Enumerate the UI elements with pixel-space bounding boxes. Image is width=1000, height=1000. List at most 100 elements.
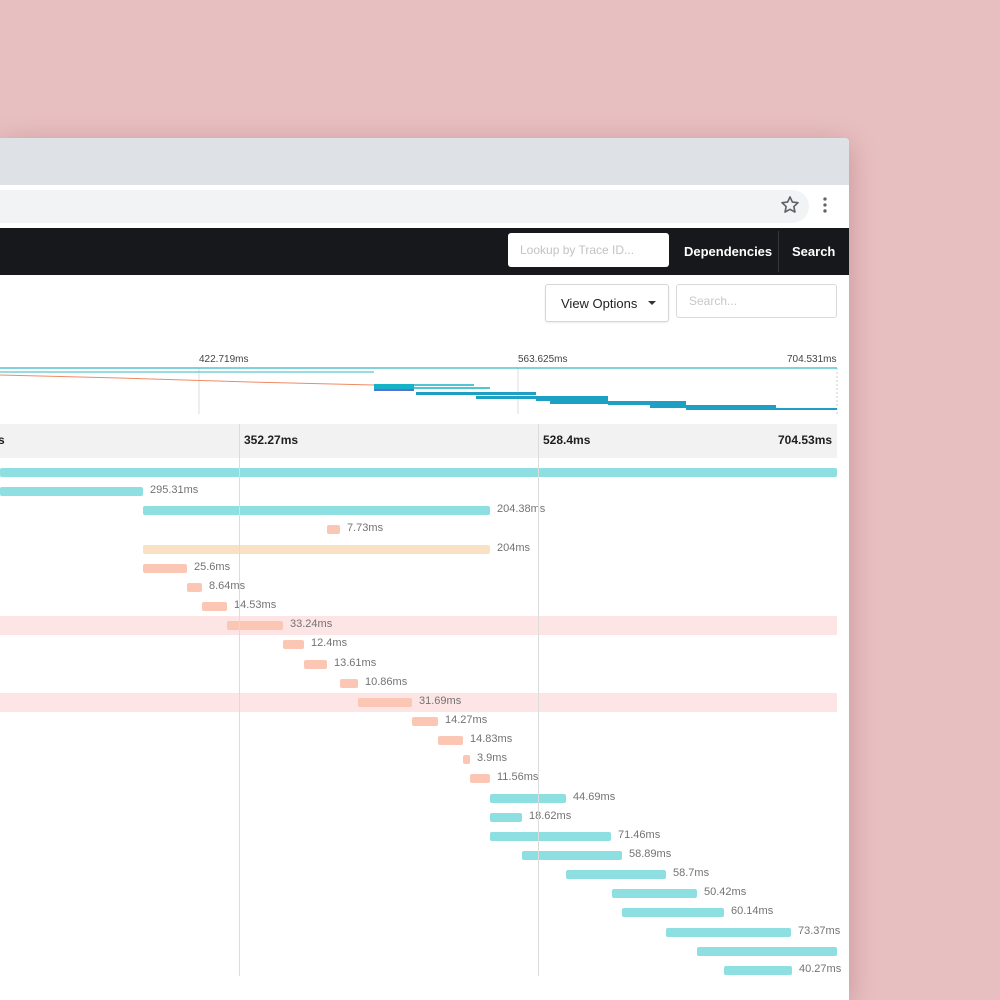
span-row[interactable]: 3.9ms	[0, 750, 849, 769]
span-row[interactable]: 33.24ms	[0, 616, 837, 636]
search-link[interactable]: Search	[792, 228, 835, 275]
span-duration-label: 25.6ms	[194, 560, 231, 573]
span-bar[interactable]	[566, 870, 666, 880]
minimap-span	[536, 396, 608, 401]
trace-id-lookup-input[interactable]	[508, 233, 669, 267]
span-row[interactable]: 204ms	[0, 540, 849, 559]
timeline-ruler: s 352.27ms 528.4ms 704.53ms	[0, 424, 837, 458]
span-row[interactable]: 58.89ms	[0, 846, 849, 865]
span-row[interactable]: 50.42ms	[0, 884, 849, 903]
span-duration-label: 73.37ms	[798, 924, 841, 937]
browser-window: Dependencies Search View Options 422.719…	[0, 138, 849, 1000]
span-bar[interactable]	[490, 831, 611, 841]
span-duration-label: 12.4ms	[311, 637, 348, 650]
span-bar[interactable]	[143, 563, 187, 573]
span-row[interactable]: 14.83ms	[0, 731, 849, 750]
nav-divider	[778, 231, 779, 272]
trace-minimap[interactable]	[0, 366, 849, 416]
span-bar[interactable]	[490, 812, 522, 822]
span-row[interactable]: 40.27ms	[0, 961, 849, 980]
span-row[interactable]: 14.27ms	[0, 712, 849, 731]
span-duration-label: 14.53ms	[234, 599, 277, 612]
minimap-span	[650, 405, 688, 408]
span-duration-label: 10.86ms	[365, 675, 408, 688]
span-bar[interactable]	[358, 697, 412, 707]
span-duration-label: 18.62ms	[529, 809, 572, 822]
span-bar[interactable]	[438, 736, 463, 746]
star-icon[interactable]	[779, 194, 801, 216]
span-row[interactable]: 73.37ms	[0, 923, 849, 942]
span-row[interactable]: 295.31ms	[0, 482, 849, 501]
span-bar[interactable]	[666, 927, 791, 937]
span-row[interactable]: 60.14ms	[0, 903, 849, 922]
span-duration-label: 44.69ms	[573, 790, 616, 803]
ruler-label: 352.27ms	[244, 433, 299, 447]
span-row[interactable]: 58.7ms	[0, 865, 849, 884]
span-row[interactable]: 25.6ms	[0, 559, 849, 578]
span-bar[interactable]	[340, 678, 358, 688]
span-bar[interactable]	[697, 946, 837, 956]
span-search-input[interactable]	[676, 284, 837, 318]
minimap-span	[776, 408, 837, 410]
minimap-span	[686, 405, 776, 410]
span-bar[interactable]	[470, 774, 490, 784]
span-bar[interactable]	[327, 525, 340, 535]
span-row[interactable]: 12.4ms	[0, 635, 849, 654]
span-row[interactable]: 14.53ms	[0, 597, 849, 616]
span-row[interactable]: 8.64ms	[0, 578, 849, 597]
view-options-button[interactable]: View Options	[545, 284, 669, 322]
span-row[interactable]: 31.69ms	[0, 692, 837, 712]
span-bar[interactable]	[143, 506, 490, 516]
span-row[interactable]: 13.61ms	[0, 655, 849, 674]
span-bar[interactable]	[724, 965, 792, 975]
browser-toolbar	[0, 185, 849, 229]
span-row[interactable]: 71.46ms	[0, 827, 849, 846]
top-navbar: Dependencies Search	[0, 228, 849, 275]
span-bar[interactable]	[187, 582, 202, 592]
span-row[interactable]	[0, 942, 849, 961]
span-bar[interactable]	[412, 716, 438, 726]
address-bar[interactable]	[0, 190, 809, 223]
span-row[interactable]: 10.86ms	[0, 674, 849, 693]
span-bar[interactable]	[0, 487, 143, 497]
span-duration-label: 60.14ms	[731, 905, 774, 918]
span-duration-label: 295.31ms	[150, 484, 199, 497]
minimap-span	[416, 392, 536, 395]
minimap-tick: 422.719ms	[199, 354, 249, 365]
span-bar[interactable]	[0, 468, 837, 477]
span-bar[interactable]	[490, 793, 566, 803]
span-bar[interactable]	[463, 755, 470, 765]
span-bar[interactable]	[522, 851, 622, 860]
span-bar[interactable]	[304, 659, 327, 669]
span-duration-label: 13.61ms	[334, 656, 377, 669]
span-row[interactable]: 204.38ms	[0, 501, 849, 520]
timeline-gridline	[239, 424, 240, 976]
span-duration-label: 31.69ms	[419, 694, 462, 707]
caret-down-icon	[648, 301, 656, 305]
span-row[interactable]: 18.62ms	[0, 808, 849, 827]
ruler-label: s	[0, 433, 5, 447]
span-row[interactable]: 11.56ms	[0, 769, 849, 788]
span-bar[interactable]	[622, 908, 724, 918]
span-duration-label: 14.27ms	[445, 713, 488, 726]
span-bar[interactable]	[612, 889, 697, 899]
kebab-menu-icon[interactable]	[814, 194, 836, 216]
span-row[interactable]: 7.73ms	[0, 520, 849, 539]
span-duration-label: 204ms	[497, 541, 531, 554]
span-row[interactable]: 44.69ms	[0, 789, 849, 808]
span-row[interactable]	[0, 463, 849, 482]
dependencies-link[interactable]: Dependencies	[684, 228, 772, 275]
minimap-tick: 704.531ms	[787, 354, 837, 365]
minimap-span	[550, 401, 608, 404]
span-bar[interactable]	[143, 544, 490, 554]
span-duration-label: 58.7ms	[673, 867, 710, 880]
span-duration-label: 3.9ms	[477, 752, 507, 765]
minimap-span	[608, 401, 686, 405]
view-options-label: View Options	[561, 296, 638, 311]
span-duration-label: 58.89ms	[629, 848, 672, 860]
span-bar[interactable]	[202, 602, 227, 612]
span-bar[interactable]	[283, 640, 304, 650]
span-duration-label: 71.46ms	[618, 828, 661, 841]
span-bar[interactable]	[227, 621, 283, 631]
span-duration-label: 50.42ms	[704, 886, 747, 899]
